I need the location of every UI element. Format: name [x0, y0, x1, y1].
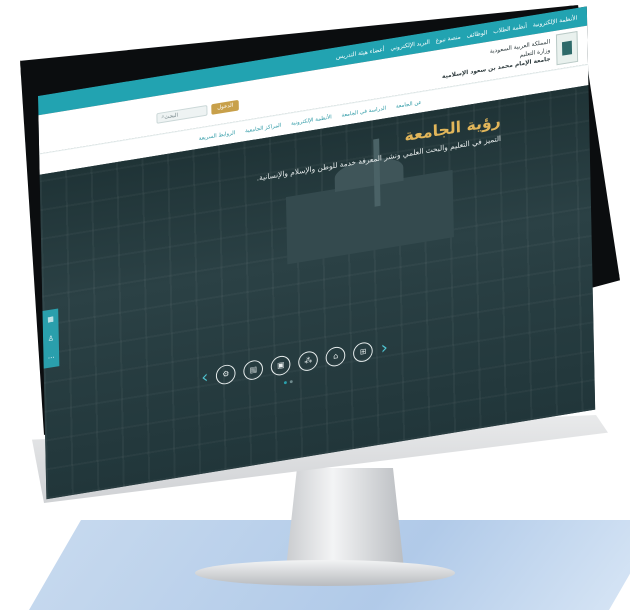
carousel-dot[interactable]: [289, 380, 293, 384]
nav-item[interactable]: الدراسة في الجامعة: [341, 105, 386, 118]
calendar-icon[interactable]: ▦: [47, 315, 54, 324]
e-services-icon[interactable]: ⚙: [215, 362, 236, 386]
carousel-prev-icon[interactable]: ‹: [201, 367, 208, 388]
carousel-dots: [283, 380, 293, 385]
nav-item[interactable]: الروابط السريعة: [199, 130, 236, 142]
nav-item[interactable]: الأنظمة الإلكترونية: [291, 114, 332, 126]
graduation-icon[interactable]: ⌂: [325, 344, 346, 368]
topbar-link[interactable]: الوظائف: [467, 29, 488, 39]
topbar-link[interactable]: منصة نبوغ: [436, 33, 461, 44]
topbar-link[interactable]: أنظمة الطلاب: [493, 22, 527, 34]
carousel-dot[interactable]: [283, 380, 287, 385]
topbar-link[interactable]: الأنظمة الإلكترونية: [533, 14, 577, 28]
carousel-next-icon[interactable]: ›: [381, 338, 388, 359]
more-icon[interactable]: ⋯: [48, 353, 55, 362]
search-input[interactable]: ⌕ البحث: [156, 104, 208, 124]
monitor: أعضاء هيئة التدريس البريد الإلكتروني منص…: [0, 0, 630, 610]
topbar-link[interactable]: أعضاء هيئة التدريس: [336, 46, 385, 61]
floating-sidebar: ▦ ♙ ⋯: [42, 308, 60, 369]
login-button[interactable]: الدخول: [211, 99, 240, 115]
topbar-link[interactable]: البريد الإلكتروني: [390, 38, 430, 51]
presentation-icon[interactable]: ▣: [270, 353, 291, 377]
minaret-image: [373, 138, 381, 207]
nav-item[interactable]: عن الجامعة: [396, 99, 422, 109]
search-placeholder: البحث: [164, 112, 179, 121]
nav-item[interactable]: المراكز الجامعية: [245, 122, 281, 134]
university-logo[interactable]: [555, 31, 579, 66]
library-icon[interactable]: ▤: [243, 358, 264, 381]
network-icon[interactable]: ⁂: [298, 349, 319, 372]
board-icon[interactable]: ⊞: [353, 340, 374, 363]
camera-dot: [400, 15, 404, 19]
header-actions: ⌕ البحث الدخول: [156, 99, 240, 124]
services-carousel: ‹ ⚙ ▤ ▣ ⁂ ⌂ ⊞ ›: [201, 338, 388, 389]
monitor-stand-base: [195, 560, 455, 586]
user-icon[interactable]: ♙: [48, 334, 54, 343]
